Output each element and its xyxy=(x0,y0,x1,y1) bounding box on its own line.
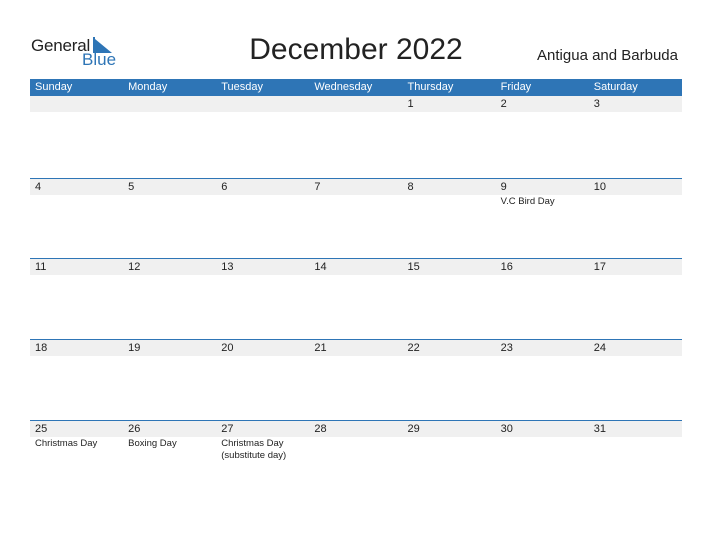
day-number: 15 xyxy=(407,261,420,273)
day-number: 1 xyxy=(407,98,414,110)
holiday-label xyxy=(123,356,216,357)
day-number: 24 xyxy=(593,342,606,354)
holiday-label xyxy=(589,437,682,462)
holiday-label xyxy=(589,275,682,276)
day-number: 10 xyxy=(593,181,606,193)
date-number-row: 1 2 3 xyxy=(30,96,682,112)
holiday-label xyxy=(309,437,402,462)
day-number: 11 xyxy=(35,261,47,273)
holiday-label: Christmas Day xyxy=(35,438,98,449)
day-number: 3 xyxy=(593,98,600,110)
week-row: 18 19 20 21 22 23 24 xyxy=(30,339,682,357)
day-number: 19 xyxy=(128,342,141,354)
date-number-row: 4 5 6 7 8 9 10 xyxy=(30,179,682,195)
holiday-label xyxy=(30,275,123,276)
holiday-label xyxy=(589,356,682,357)
holiday-label xyxy=(216,195,309,208)
holiday-label xyxy=(309,275,402,276)
day-number: 26 xyxy=(128,423,141,435)
day-number: 31 xyxy=(593,423,606,435)
holiday-row xyxy=(30,356,682,357)
holiday-label: Christmas Day (substitute day) xyxy=(221,438,287,461)
day-number: 4 xyxy=(35,181,42,193)
day-number: 13 xyxy=(221,261,234,273)
holiday-row: Christmas Day Boxing Day Christmas Day (sub… xyxy=(30,437,682,462)
holiday-row xyxy=(30,112,682,113)
holiday-label xyxy=(30,356,123,357)
day-number: 20 xyxy=(221,342,234,354)
day-number: 14 xyxy=(314,261,327,273)
holiday-label xyxy=(123,275,216,276)
day-number: 8 xyxy=(407,181,414,193)
holiday-label xyxy=(403,195,496,208)
holiday-label xyxy=(123,112,216,113)
holiday-label xyxy=(403,112,496,113)
holiday-label xyxy=(216,275,309,276)
date-number-row: 11 12 13 14 15 16 17 xyxy=(30,259,682,275)
holiday-label xyxy=(403,437,496,462)
week-row: 1 2 3 xyxy=(30,96,682,113)
weekday-wednesday: Wednesday xyxy=(314,81,373,93)
day-number: 7 xyxy=(314,181,321,193)
holiday-label: Boxing Day xyxy=(128,438,177,449)
holiday-label: V.C Bird Day xyxy=(500,196,555,207)
holiday-label xyxy=(496,275,589,276)
week-row: 11 12 13 14 15 16 17 xyxy=(30,258,682,276)
day-number: 25 xyxy=(35,423,48,435)
holiday-label xyxy=(216,112,309,113)
holiday-label xyxy=(309,112,402,113)
holiday-row: V.C Bird Day xyxy=(30,195,682,208)
day-number: 18 xyxy=(35,342,48,354)
day-number: 23 xyxy=(500,342,513,354)
day-number: 12 xyxy=(128,261,141,273)
holiday-label xyxy=(30,112,123,113)
holiday-label xyxy=(309,195,402,208)
holiday-label xyxy=(496,112,589,113)
day-number: 9 xyxy=(500,181,507,193)
weekday-saturday: Saturday xyxy=(593,81,638,93)
week-row: 25 26 27 28 29 30 31 Christmas Day Boxing Day Chr… xyxy=(30,420,682,462)
holiday-label xyxy=(496,356,589,357)
weekday-thursday: Thursday xyxy=(407,81,454,93)
weekday-friday: Friday xyxy=(500,81,532,93)
holiday-label xyxy=(309,356,402,357)
holiday-row xyxy=(30,275,682,276)
weekday-tuesday: Tuesday xyxy=(221,81,264,93)
day-number xyxy=(30,96,123,112)
day-number: 27 xyxy=(221,423,234,435)
day-number xyxy=(309,96,402,112)
holiday-label xyxy=(589,112,682,113)
day-number: 29 xyxy=(407,423,420,435)
day-number: 2 xyxy=(500,98,507,110)
week-row: 4 5 6 7 8 9 10 V.C Bird Day xyxy=(30,178,682,208)
date-number-row: 25 26 27 28 29 30 31 xyxy=(30,421,682,437)
date-number-row: 18 19 20 21 22 23 24 xyxy=(30,340,682,356)
weekday-header: Sunday Monday Tuesday Wednesday Thursday… xyxy=(30,79,682,96)
holiday-label xyxy=(123,195,216,208)
weekday-sunday: Sunday xyxy=(35,81,73,93)
day-number: 21 xyxy=(314,342,327,354)
day-number: 28 xyxy=(314,423,327,435)
day-number: 6 xyxy=(221,181,228,193)
day-number: 16 xyxy=(500,261,513,273)
day-number: 22 xyxy=(407,342,420,354)
country-name: Antigua and Barbuda xyxy=(537,47,678,64)
day-number: 30 xyxy=(500,423,513,435)
day-number: 5 xyxy=(128,181,135,193)
day-number: 17 xyxy=(593,261,606,273)
weekday-monday: Monday xyxy=(128,81,168,93)
day-number xyxy=(216,96,309,112)
holiday-label xyxy=(30,195,123,208)
holiday-label xyxy=(403,275,496,276)
holiday-label xyxy=(496,437,589,462)
holiday-label xyxy=(403,356,496,357)
day-number xyxy=(123,96,216,112)
holiday-label xyxy=(589,195,682,208)
holiday-label xyxy=(216,356,309,357)
